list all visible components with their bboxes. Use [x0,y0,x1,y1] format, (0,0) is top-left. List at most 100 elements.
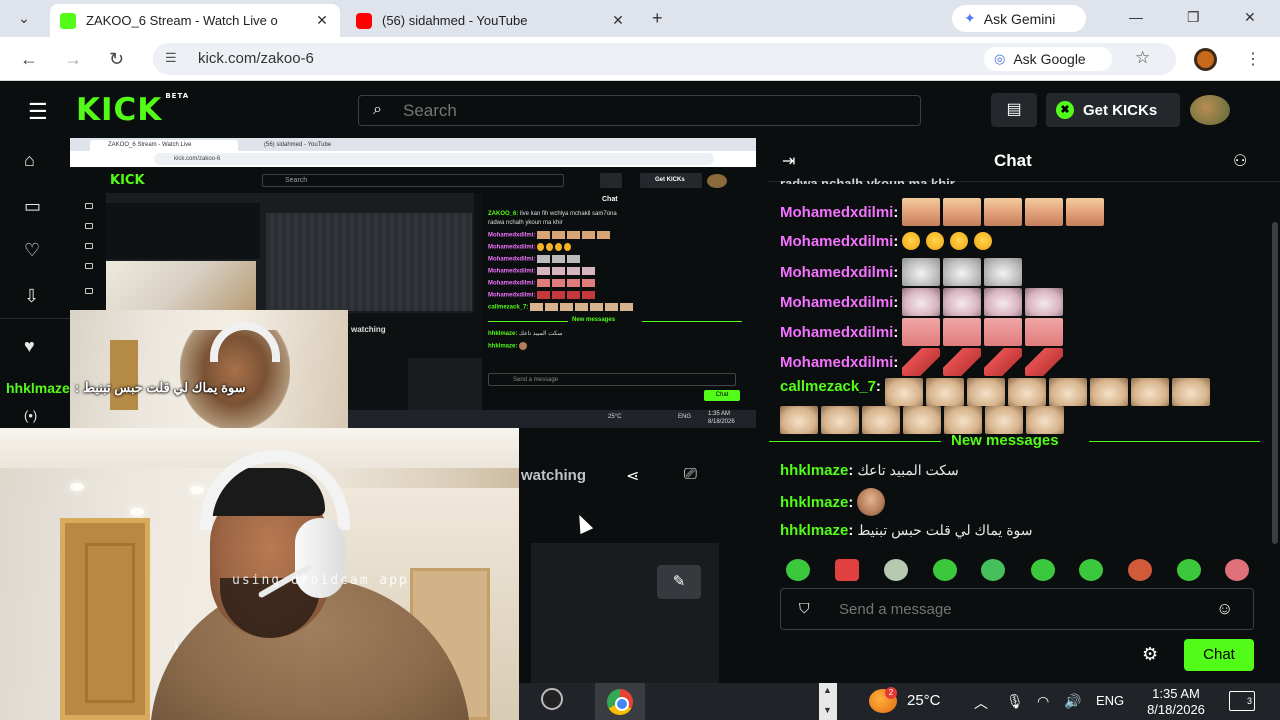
quick-emote[interactable] [1128,559,1152,581]
deep-chat [106,203,260,259]
clip-icon[interactable]: ⎚ [684,466,697,484]
chat-username[interactable]: Mohamedxdilmi [780,233,893,250]
ask-google-button[interactable]: ◎ Ask Google [984,47,1112,71]
notifications-button[interactable]: 3 [1229,691,1255,711]
forward-icon[interactable]: → [64,49,82,70]
chat-username[interactable]: hhklmaze [780,462,848,479]
taskbar-scroll[interactable]: ▲ ▼ [819,683,837,720]
heart-icon[interactable]: ♥ [24,336,35,357]
chat-message: hhklmaze: سوة يماك لي قلت حبس تبنيط [780,522,1033,539]
tab-kick-stream[interactable]: ZAKOO_6 Stream - Watch Live o ✕ [50,4,340,37]
chat-message: Mohamedxdilmi: [780,288,1066,316]
quick-emote[interactable] [933,559,957,581]
microphone-icon[interactable]: 🎙 [1006,693,1024,710]
following-heart-icon[interactable]: ♡ [24,240,40,261]
user-avatar[interactable] [1190,95,1230,125]
chat-username[interactable]: callmezack_7 [780,378,876,395]
cat-emote [984,288,1023,316]
cat-emote [966,378,1005,406]
browse-icon[interactable]: ▭ [24,196,41,217]
chat-send-button[interactable]: Chat [1184,639,1254,671]
quick-emote[interactable] [884,559,908,581]
home-icon[interactable]: ⌂ [24,150,35,171]
profile-avatar[interactable] [1194,48,1217,71]
nested-chat-line: ZAKOO_6: live kan fih wchlya mchakil sam… [488,211,617,217]
restore-icon[interactable]: ❐ [1187,9,1200,26]
chat-username[interactable]: Mohamedxdilmi [780,294,893,311]
get-kicks-label: Get KICKs [1083,101,1158,119]
quick-emote[interactable] [1031,559,1055,581]
notification-count: 3 [1246,696,1252,706]
omnibox[interactable]: ☰ kick.com/zakoo-6 ◎ Ask Google ☆ [153,43,1176,75]
more-options-icon[interactable]: ⋮ [1245,49,1261,69]
nested-tab: ZAKOO_6 Stream - Watch Live [90,140,238,151]
download-icon[interactable]: ⇩ [24,286,39,307]
close-tab-icon[interactable]: ✕ [314,12,330,29]
kick-logo[interactable]: KICK BETA [76,92,189,128]
system-clock[interactable]: 1:35 AM 8/18/2026 [1141,686,1211,718]
kick-favicon-icon [60,12,76,29]
nested-new-messages: New messages [572,317,616,323]
pencil-icon: ✎ [672,573,686,590]
nested-chat-line: Mohamedxdilmi: [488,291,596,299]
chat-input-box[interactable]: ⛉ ☺ [780,588,1254,630]
new-tab-icon[interactable]: + [652,8,663,29]
chatters-icon[interactable]: ⚇ [1233,151,1247,171]
chat-username[interactable]: Mohamedxdilmi [780,324,893,341]
reload-icon[interactable]: ↻ [109,49,124,70]
nested-chat-line: Mohamedxdilmi: [488,243,572,251]
quick-emote[interactable] [835,559,859,581]
collapse-chat-icon[interactable]: ⇥ [782,151,795,171]
colon: : [875,378,881,395]
nested-chat-line: Mohamedxdilmi: [488,231,611,239]
wifi-icon[interactable]: ◠ [1037,693,1049,710]
chat-username[interactable]: hhklmaze [780,494,848,511]
cat-emote [1026,406,1064,434]
chat-rules-icon[interactable]: ⛉ [799,600,810,617]
close-window-icon[interactable]: ✕ [1244,9,1256,26]
tab-search-dropdown-icon[interactable]: ⌄ [10,6,38,30]
edit-pencil-button[interactable]: ✎ [657,565,701,599]
ask-gemini-button[interactable]: ✦ Ask Gemini [952,5,1086,32]
live-icon[interactable]: (•) [24,408,37,423]
quick-emote[interactable] [1079,559,1103,581]
url-text[interactable]: kick.com/zakoo-6 [198,50,314,67]
tab-youtube[interactable]: (56) sidahmed - YouTube ✕ [346,4,636,37]
quick-emote[interactable] [786,559,810,581]
chat-username[interactable]: hhklmaze [780,522,848,539]
chat-username[interactable]: Mohamedxdilmi [780,204,893,221]
chrome-taskbar-button[interactable] [595,683,645,720]
chat-input[interactable] [839,599,1199,619]
close-tab-icon[interactable]: ✕ [610,12,626,29]
headset [210,322,280,362]
back-icon[interactable]: ← [20,49,38,70]
quick-emote[interactable] [981,559,1005,581]
chat-settings-gear-icon[interactable]: ⚙ [1142,644,1158,665]
site-info-icon[interactable]: ☰ [165,50,177,66]
nested-kick-header: KICK Search Get KICKs [70,168,756,193]
library-icon: ▤ [1006,101,1022,118]
chat-message: hhklmaze: [780,488,888,516]
temperature[interactable]: 25°C [907,692,941,709]
minimize-icon[interactable]: — [1129,9,1143,25]
obs-icon[interactable] [537,688,567,714]
language-indicator[interactable]: ENG [1096,693,1124,708]
show-hidden-icons-icon[interactable]: ︿ [974,693,988,713]
colon: : [893,353,899,371]
chat-username[interactable]: Mohamedxdilmi [780,354,893,371]
share-icon[interactable]: ⋖ [626,466,639,486]
quick-emote[interactable] [1177,559,1201,581]
beta-badge: BETA [165,92,190,100]
get-kicks-button[interactable]: ✖ Get KICKs [1046,93,1180,127]
volume-icon[interactable]: 🔊 [1064,693,1081,710]
bookmark-star-icon[interactable]: ☆ [1135,48,1150,68]
chat-username[interactable]: Mohamedxdilmi [780,264,893,281]
search-input[interactable] [403,100,883,122]
chat-scrollbar[interactable] [1272,222,1278,544]
emoji-picker-icon[interactable]: ☺ [1216,599,1233,619]
nested-temp: 25°C [608,414,622,420]
menu-icon[interactable]: ☰ [28,99,48,125]
library-button[interactable]: ▤ [991,93,1037,127]
quick-emote[interactable] [1225,559,1249,581]
search-box[interactable]: ⌕ [358,95,921,126]
